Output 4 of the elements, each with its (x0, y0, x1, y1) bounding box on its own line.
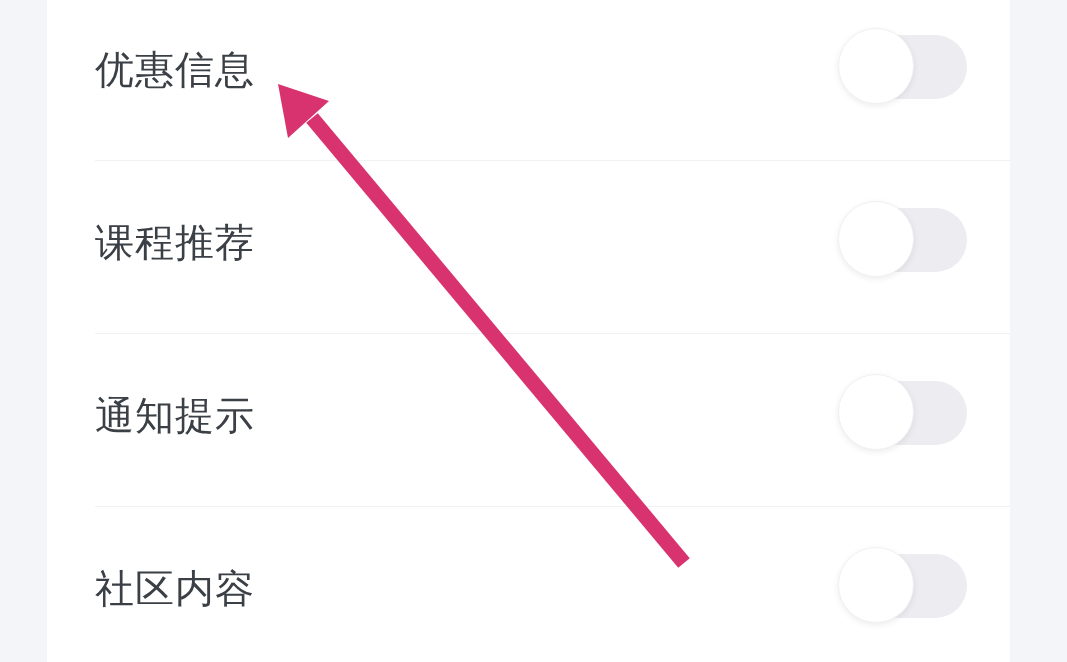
setting-label: 课程推荐 (95, 219, 255, 267)
setting-label: 通知提示 (95, 392, 255, 440)
setting-label: 优惠信息 (95, 45, 255, 94)
setting-label: 社区内容 (95, 565, 255, 613)
